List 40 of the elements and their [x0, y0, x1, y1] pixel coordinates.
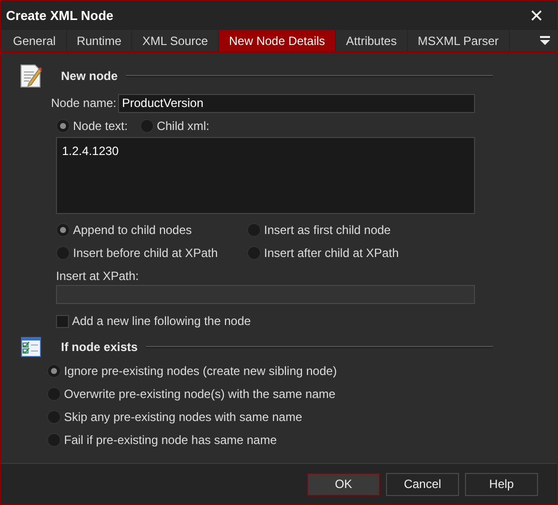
field-label: Node name:	[51, 95, 118, 112]
radio-button[interactable]	[47, 364, 61, 378]
tab[interactable]: MSXML Parser	[408, 30, 510, 51]
radio-label: Node text:	[73, 118, 128, 135]
radio-label: Child xml:	[156, 118, 210, 135]
node-name-field[interactable]: ProductVersion	[118, 94, 475, 112]
field-label: Insert at XPath:	[55, 268, 140, 285]
radio-label: Skip any pre-existing nodes with same name	[64, 409, 302, 426]
radio-label: Insert after child at XPath	[264, 245, 399, 262]
radio-button[interactable]	[56, 246, 70, 260]
close-icon[interactable]	[531, 10, 542, 21]
radio-button[interactable]	[247, 246, 261, 260]
radio-label: Ignore pre-existing nodes (create new sibling node)	[64, 363, 337, 380]
radio-label: Append to child nodes	[73, 222, 192, 239]
radio-button[interactable]	[56, 119, 70, 133]
overflow-menu-icon[interactable]	[540, 36, 550, 46]
radio-button[interactable]	[140, 119, 154, 133]
notepad-pencil-icon	[20, 64, 42, 88]
checkbox-label: Add a new line following the node	[72, 313, 251, 330]
section-title: New node	[61, 68, 118, 85]
tab[interactable]: New Node Details	[218, 30, 336, 51]
radio-label: Overwrite pre-existing node(s) with the same name	[64, 386, 336, 403]
dialog-button[interactable]: Help	[465, 472, 538, 496]
radio-label: Insert before child at XPath	[73, 245, 218, 262]
xpath-field[interactable]	[56, 285, 475, 304]
radio-button[interactable]	[47, 410, 61, 424]
radio-label: Insert as first child node	[264, 222, 391, 239]
radio-button[interactable]	[56, 223, 70, 237]
section-title: If node exists	[61, 339, 138, 356]
radio-button[interactable]	[47, 387, 61, 401]
radio-button[interactable]	[247, 223, 261, 237]
tab[interactable]: Runtime	[66, 30, 132, 51]
radio-button[interactable]	[47, 433, 61, 447]
window-title: Create XML Node	[6, 6, 114, 25]
checkbox[interactable]	[56, 314, 69, 328]
node-text-area[interactable]: 1.2.4.1230	[56, 137, 475, 214]
checklist-icon	[21, 337, 41, 357]
radio-label: Fail if pre-existing node has same name	[64, 432, 277, 449]
dialog-button[interactable]: OK	[307, 472, 380, 496]
dialog-button[interactable]: Cancel	[386, 472, 459, 496]
